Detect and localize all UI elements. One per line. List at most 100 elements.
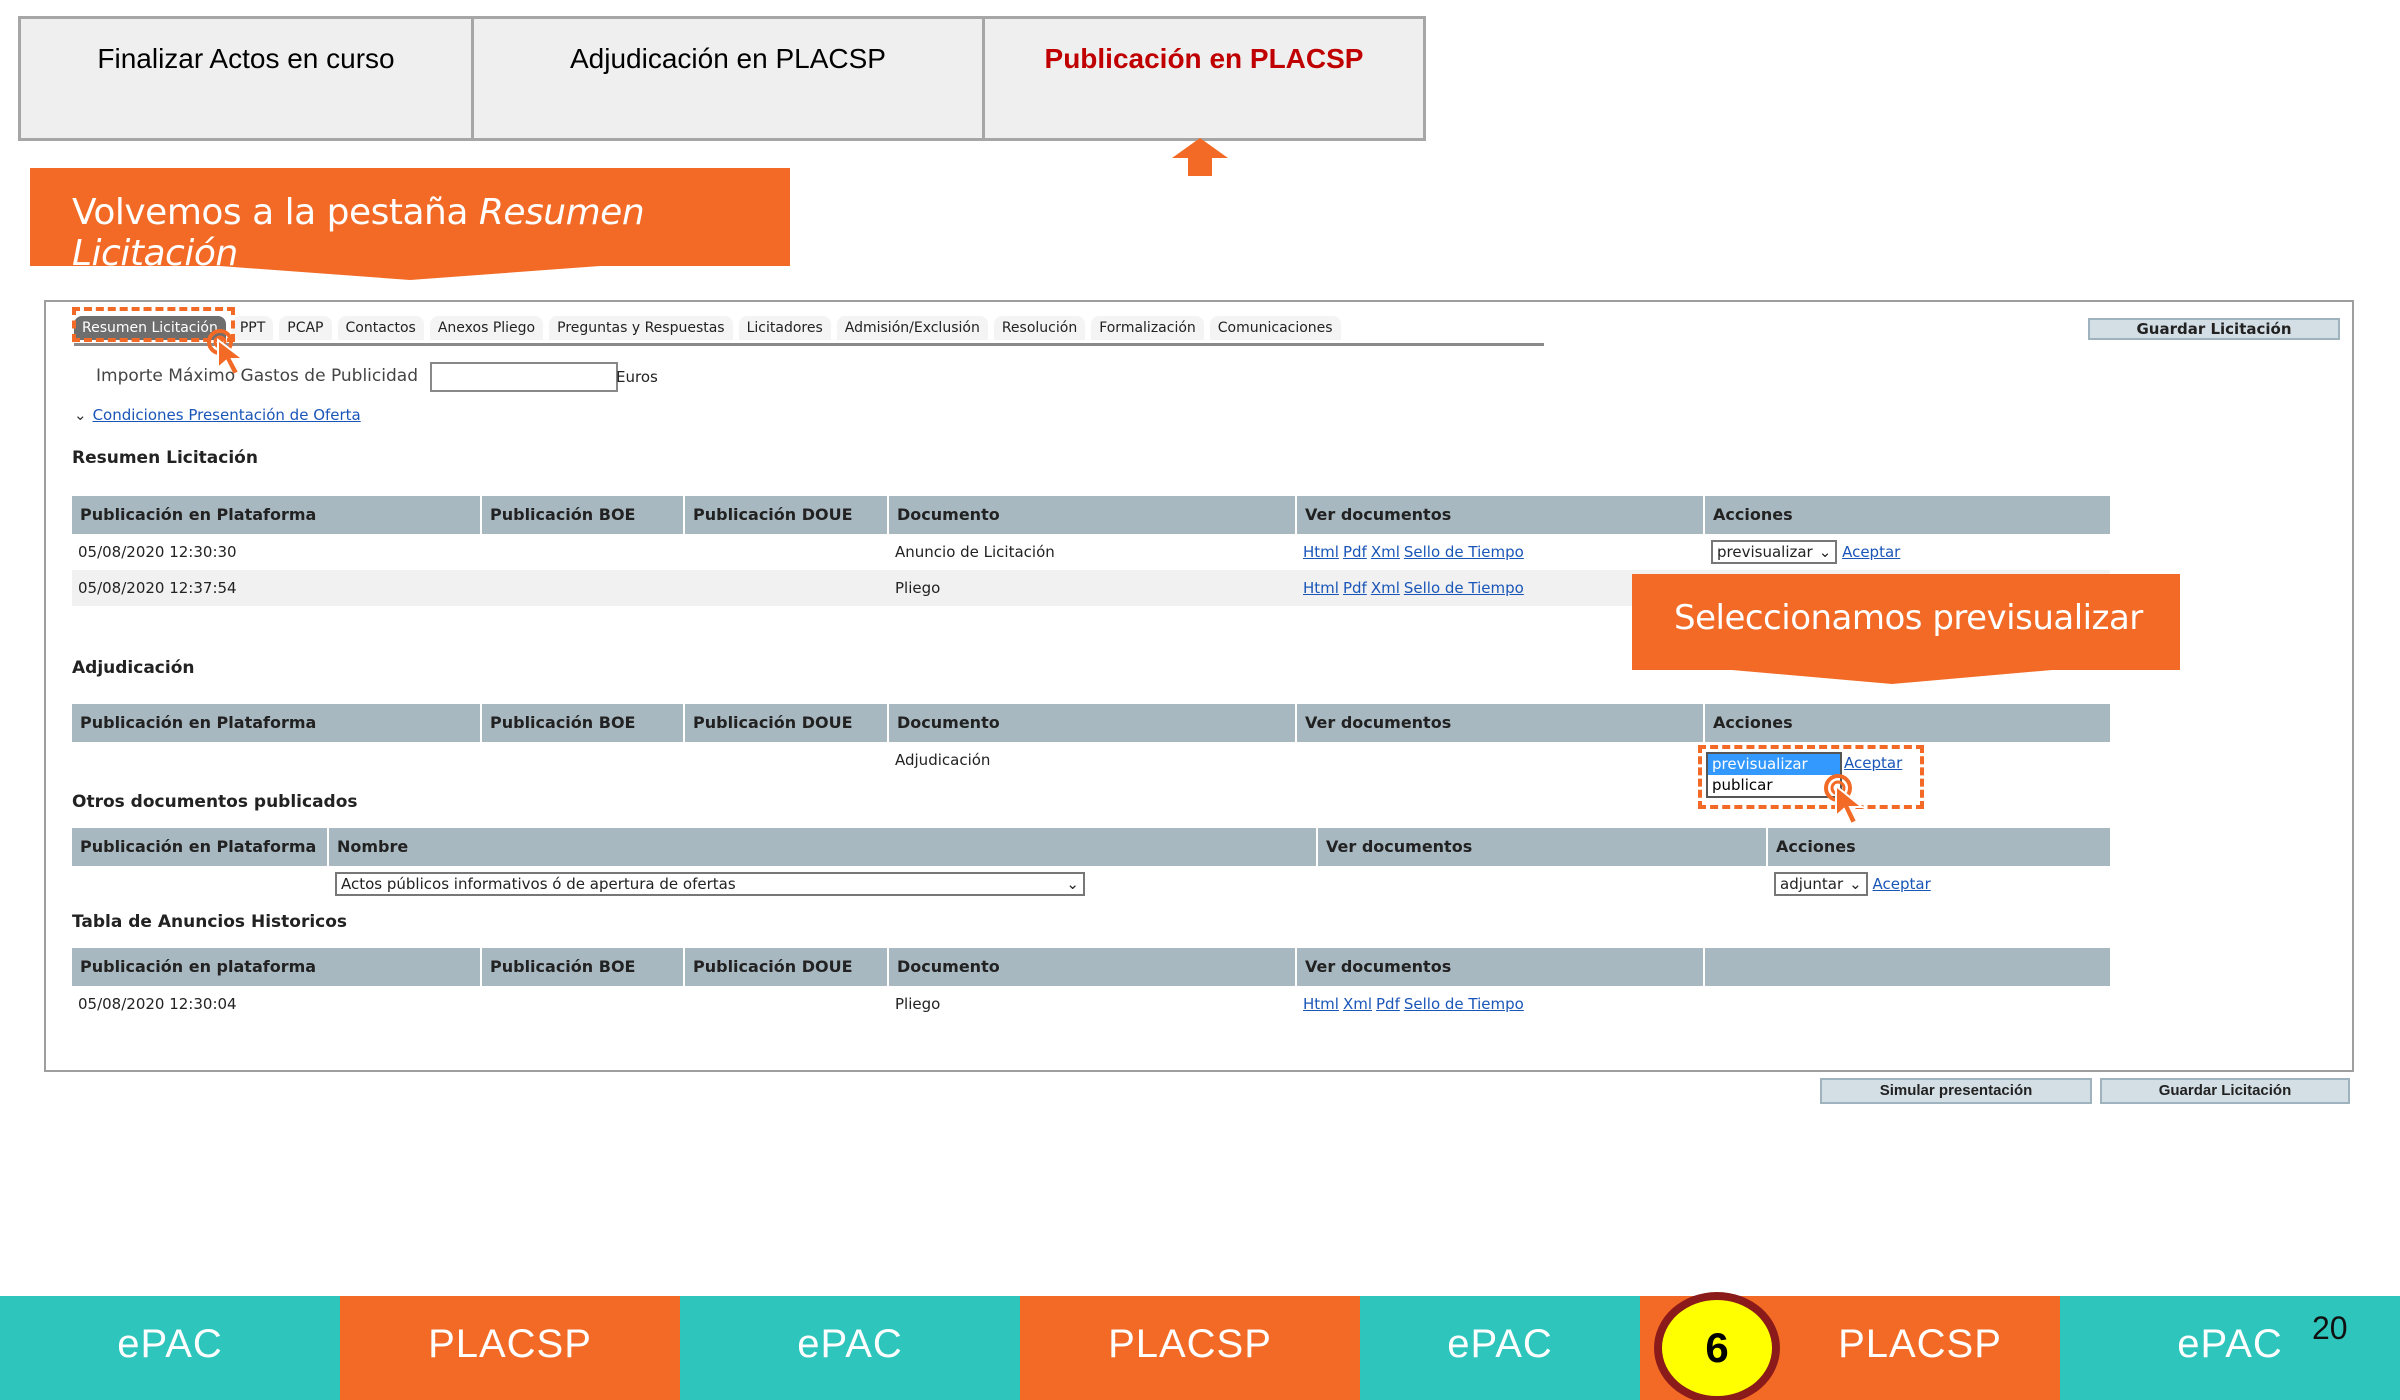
col-header: Publicación BOE <box>482 948 685 986</box>
tab-contactos[interactable]: Contactos <box>337 316 424 340</box>
callout-seleccionamos-text: Seleccionamos previsualizar <box>1674 598 2143 638</box>
callout-tail <box>1732 670 2052 684</box>
xml-link[interactable]: Xml <box>1371 579 1400 597</box>
aceptar-link[interactable]: Aceptar <box>1842 543 1900 561</box>
documento-cell: Pliego <box>895 995 941 1013</box>
table-header: Publicación en plataforma Publicación BO… <box>72 948 2110 986</box>
html-link[interactable]: Html <box>1303 579 1339 597</box>
boe-cell <box>482 570 685 606</box>
otros-title: Otros documentos publicados <box>72 792 358 812</box>
acciones-cell <box>1705 986 2110 1022</box>
step-finalizar-actos[interactable]: Finalizar Actos en curso <box>21 19 474 138</box>
col-header: Publicación DOUE <box>685 704 889 742</box>
chevron-down-icon: ⌄ <box>1849 875 1862 893</box>
sello-tiempo-link[interactable]: Sello de Tiempo <box>1404 543 1524 561</box>
fecha-cell: 05/08/2020 12:37:54 <box>78 579 237 597</box>
col-header: Ver documentos <box>1297 496 1705 534</box>
chevron-down-icon: ⌄ <box>1066 875 1079 893</box>
html-link[interactable]: Html <box>1303 543 1339 561</box>
aceptar-link[interactable]: Aceptar <box>1873 875 1931 893</box>
acciones-select-value: previsualizar <box>1717 543 1813 561</box>
tab-bar: Resumen Licitación PPT PCAP Contactos An… <box>74 316 1544 346</box>
sello-tiempo-link[interactable]: Sello de Tiempo <box>1404 995 1524 1013</box>
tab-licitadores[interactable]: Licitadores <box>738 316 831 340</box>
xml-link[interactable]: Xml <box>1371 543 1400 561</box>
col-header: Documento <box>889 948 1297 986</box>
table-row: Actos públicos informativos ó de apertur… <box>72 866 2110 902</box>
boe-cell <box>482 986 685 1022</box>
acciones-select[interactable]: previsualizar ⌄ <box>1711 540 1838 564</box>
table-header: Publicación en Plataforma Publicación BO… <box>72 496 2110 534</box>
col-header: Publicación BOE <box>482 496 685 534</box>
tab-formalizacion[interactable]: Formalización <box>1091 316 1204 340</box>
fecha-cell <box>72 742 482 778</box>
tab-pcap[interactable]: PCAP <box>279 316 332 340</box>
col-header: Publicación DOUE <box>685 948 889 986</box>
historicos-table: Publicación en plataforma Publicación BO… <box>72 948 2110 1022</box>
tab-comunicaciones[interactable]: Comunicaciones <box>1209 316 1341 340</box>
table-row: 05/08/2020 12:30:04 Pliego Html Xml Pdf Sel… <box>72 986 2110 1022</box>
xml-link[interactable]: Xml <box>1343 995 1372 1013</box>
tab-resolucion[interactable]: Resolución <box>993 316 1086 340</box>
licitacion-panel: Resumen Licitación PPT PCAP Contactos An… <box>44 300 2354 1072</box>
page-number: 20 <box>2312 1310 2348 1346</box>
sello-tiempo-link[interactable]: Sello de Tiempo <box>1404 579 1524 597</box>
importe-unit: Euros <box>616 368 658 386</box>
band-segment-epac: ePAC <box>0 1296 340 1400</box>
nombre-select[interactable]: Actos públicos informativos ó de apertur… <box>335 872 1085 896</box>
boe-cell <box>482 742 685 778</box>
condiciones-link[interactable]: ⌄ Condiciones Presentación de Oferta <box>74 406 361 424</box>
tab-admision-exclusion[interactable]: Admisión/Exclusión <box>836 316 988 340</box>
doue-cell <box>685 742 889 778</box>
pdf-link[interactable]: Pdf <box>1343 579 1367 597</box>
process-band: ePAC PLACSP ePAC PLACSP ePAC PLACSP ePAC <box>0 1296 2400 1400</box>
col-header: Documento <box>889 704 1297 742</box>
chevron-down-icon: ⌄ <box>74 406 87 424</box>
up-arrow-icon <box>1172 138 1228 176</box>
fecha-cell: 05/08/2020 12:30:30 <box>78 543 237 561</box>
guardar-licitacion-button-top[interactable]: Guardar Licitación <box>2088 318 2340 340</box>
guardar-licitacion-button-bottom[interactable]: Guardar Licitación <box>2100 1078 2350 1104</box>
col-header: Publicación en Plataforma <box>72 828 329 866</box>
importe-input[interactable] <box>430 362 618 392</box>
pdf-link[interactable]: Pdf <box>1343 543 1367 561</box>
condiciones-label: Condiciones Presentación de Oferta <box>92 406 361 424</box>
adjuntar-select[interactable]: adjuntar ⌄ <box>1774 872 1868 896</box>
col-header: Ver documentos <box>1297 704 1705 742</box>
col-header: Ver documentos <box>1297 948 1705 986</box>
nombre-cell: Actos públicos informativos ó de apertur… <box>329 866 1318 902</box>
band-segment-epac: ePAC <box>1360 1296 1640 1400</box>
col-header: Publicación en plataforma <box>72 948 482 986</box>
col-header: Documento <box>889 496 1297 534</box>
ver-documentos-cell: Html Pdf Xml Sello de Tiempo <box>1297 534 1705 570</box>
tab-anexos-pliego[interactable]: Anexos Pliego <box>429 316 544 340</box>
boe-cell <box>482 534 685 570</box>
chevron-down-icon: ⌄ <box>1818 543 1832 561</box>
ver-documentos-cell: Html Xml Pdf Sello de Tiempo <box>1297 986 1705 1022</box>
col-header: Publicación DOUE <box>685 496 889 534</box>
tab-preguntas-respuestas[interactable]: Preguntas y Respuestas <box>549 316 733 340</box>
callout-tail <box>220 266 600 280</box>
callout-seleccionamos: Seleccionamos previsualizar <box>1632 574 2180 684</box>
documento-cell: Pliego <box>895 579 941 597</box>
acciones-cell: previsualizar ⌄ Aceptar <box>1705 534 2110 570</box>
simular-presentacion-button[interactable]: Simular presentación <box>1820 1078 2092 1104</box>
pdf-link[interactable]: Pdf <box>1376 995 1400 1013</box>
adjuntar-select-value: adjuntar <box>1780 875 1844 893</box>
col-header: Nombre <box>329 828 1318 866</box>
doue-cell <box>685 986 889 1022</box>
step-adjudicacion[interactable]: Adjudicación en PLACSP <box>474 19 985 138</box>
adjudicacion-title: Adjudicación <box>72 658 195 678</box>
col-header: Acciones <box>1776 837 1856 856</box>
band-segment-placsp: PLACSP <box>1020 1296 1360 1400</box>
band-segment-placsp: PLACSP <box>340 1296 680 1400</box>
acciones-cell: adjuntar ⌄ Aceptar <box>1768 866 2110 902</box>
html-link[interactable]: Html <box>1303 995 1339 1013</box>
documento-cell: Adjudicación <box>895 751 991 769</box>
step-publicacion[interactable]: Publicación en PLACSP <box>985 19 1423 138</box>
callout-volvemos-text: Volvemos a la pestaña <box>72 192 479 233</box>
fecha-cell: 05/08/2020 12:30:04 <box>78 995 237 1013</box>
step-number-badge: 6 <box>1654 1292 1780 1400</box>
importe-label: Importe Máximo Gastos de Publicidad <box>96 366 418 386</box>
col-header: Publicación en Plataforma <box>72 704 482 742</box>
